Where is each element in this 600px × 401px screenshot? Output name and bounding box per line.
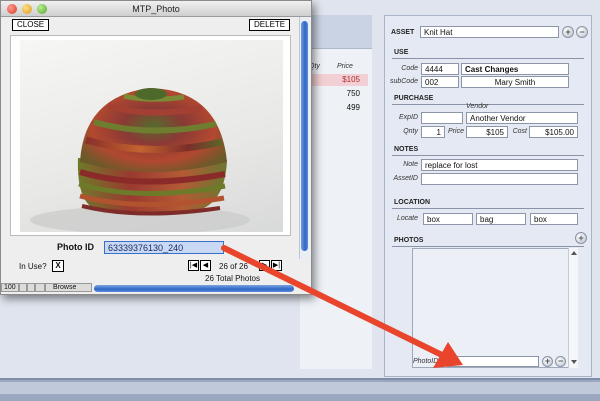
arrow-shaft — [221, 245, 449, 360]
annotation-arrow — [221, 245, 463, 368]
